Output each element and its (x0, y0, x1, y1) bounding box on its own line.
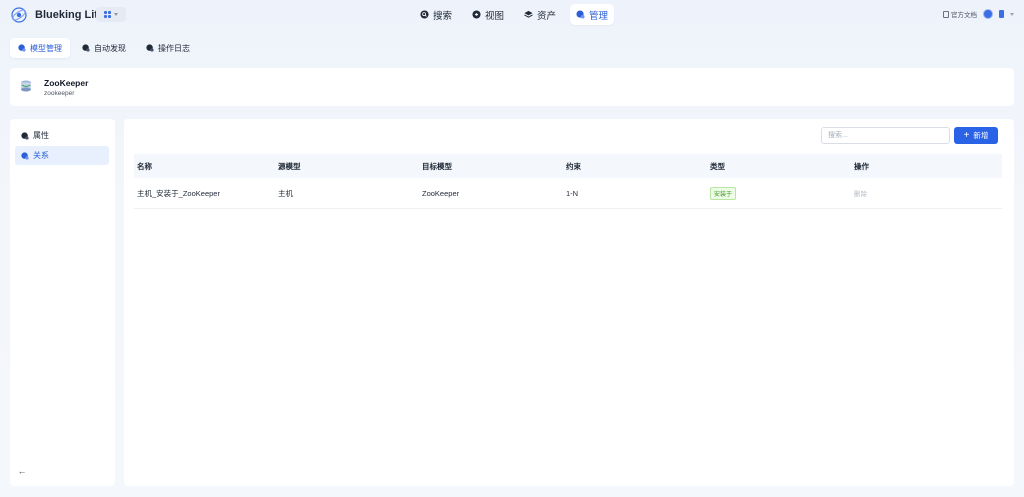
app-title: Blueking Lite (35, 9, 105, 21)
collapse-arrow-icon[interactable]: ← (17, 466, 27, 476)
tab-model-management-label: 模型管理 (30, 43, 62, 53)
tab-operation-log[interactable]: 操作日志 (138, 38, 198, 58)
tab-operation-log-label: 操作日志 (158, 43, 190, 53)
sidebar-item-label: 关系 (33, 151, 49, 160)
tab-auto-discovery[interactable]: 自动发现 (74, 38, 134, 58)
tab-auto-discovery-label: 自动发现 (94, 43, 126, 53)
model-name: ZooKeeper (44, 78, 89, 88)
table-row: 主机_安装于_ZooKeeper 主机 ZooKeeper 1-N 安装于 删除 (134, 178, 1002, 209)
nav-view-label: 视图 (485, 10, 505, 22)
nav-assets-label: 资产 (537, 10, 557, 22)
column-header: 约束 (566, 161, 581, 171)
grid-icon (104, 11, 111, 18)
relations-panel: + 新增 名称 源模型 目标模型 约束 类型 操作 主机_安装于_ZooKeep… (124, 119, 1014, 486)
nav-manage[interactable]: 管理 (570, 4, 615, 25)
relations-table: 名称 源模型 目标模型 约束 类型 操作 主机_安装于_ZooKeeper 主机… (134, 154, 1002, 209)
discovery-icon (82, 44, 90, 52)
chevron-down-icon (114, 13, 118, 16)
sub-tabs: 模型管理 自动发现 操作日志 (10, 38, 198, 58)
nav-search[interactable]: 搜索 (414, 4, 458, 25)
blueking-logo[interactable] (11, 7, 27, 23)
column-header: 源模型 (278, 161, 301, 171)
main-nav: 搜索 视图 资产 管理 (414, 4, 615, 25)
model-id: zookeeper (44, 90, 75, 97)
cell-source-model: 主机 (278, 188, 293, 198)
nav-manage-label: 管理 (589, 10, 609, 22)
model-icon (18, 44, 26, 52)
view-icon (472, 10, 481, 19)
add-button-label: 新增 (973, 131, 989, 140)
sidebar-item-relations[interactable]: 关系 (15, 146, 109, 165)
cell-constraint: 1-N (566, 188, 579, 198)
cell-name: 主机_安装于_ZooKeeper (137, 188, 220, 198)
sidebar-item-attributes[interactable]: 属性 (15, 126, 109, 145)
tab-model-management[interactable]: 模型管理 (10, 38, 70, 58)
top-bar: Blueking Lite 搜索 视图 资产 管理 官方文档 (0, 0, 1024, 30)
docs-link[interactable]: 官方文档 (943, 9, 977, 19)
app-switcher[interactable] (96, 7, 126, 22)
table-header: 名称 源模型 目标模型 约束 类型 操作 (134, 154, 1002, 178)
docs-label: 官方文档 (951, 12, 977, 19)
column-header: 名称 (137, 161, 152, 171)
avatar[interactable] (983, 9, 993, 19)
nav-view[interactable]: 视图 (466, 4, 510, 25)
nav-assets[interactable]: 资产 (518, 4, 562, 25)
plus-icon: + (963, 129, 970, 141)
column-header: 操作 (854, 161, 869, 171)
column-header: 类型 (710, 161, 725, 171)
relation-icon (21, 151, 29, 160)
type-badge: 安装于 (710, 186, 737, 200)
add-button[interactable]: + 新增 (954, 127, 998, 144)
cell-target-model: ZooKeeper (422, 188, 460, 198)
cell-actions: 删除 (854, 188, 1002, 198)
search-icon (420, 10, 429, 19)
delete-link[interactable]: 删除 (854, 191, 867, 198)
nav-search-label: 搜索 (433, 10, 453, 22)
zookeeper-icon (21, 80, 31, 92)
user-name-block[interactable] (999, 10, 1004, 18)
column-header: 目标模型 (422, 161, 452, 171)
model-header: ZooKeeper zookeeper (10, 68, 1014, 106)
top-right-tools: 官方文档 (943, 9, 1014, 19)
sidebar-item-label: 属性 (33, 131, 49, 140)
attribute-icon (21, 131, 29, 140)
search-input[interactable] (821, 127, 950, 144)
manage-icon (576, 10, 585, 19)
document-icon (943, 10, 949, 18)
cell-type: 安装于 (710, 186, 854, 200)
layers-icon (524, 10, 533, 18)
chevron-down-icon[interactable] (1010, 12, 1014, 16)
side-menu: 属性 关系 ← (10, 119, 115, 486)
log-icon (146, 44, 154, 52)
